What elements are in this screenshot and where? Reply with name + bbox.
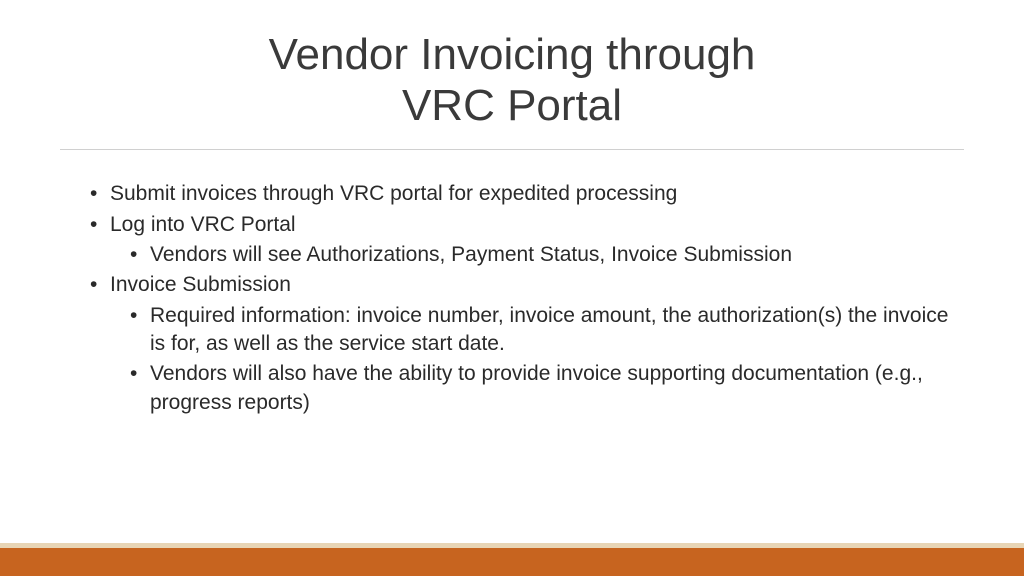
slide-content: Submit invoices through VRC portal for e… (60, 180, 964, 417)
list-item: Submit invoices through VRC portal for e… (90, 180, 954, 208)
list-item: Invoice Submission (90, 271, 954, 299)
title-divider (60, 149, 964, 150)
list-item: Log into VRC Portal (90, 211, 954, 239)
list-item: Vendors will see Authorizations, Payment… (130, 241, 954, 269)
slide-container: Vendor Invoicing through VRC Portal Subm… (0, 0, 1024, 576)
title-line-2: VRC Portal (402, 81, 622, 130)
list-item: Required information: invoice number, in… (130, 302, 954, 359)
bullet-list: Submit invoices through VRC portal for e… (90, 180, 954, 417)
list-item: Vendors will also have the ability to pr… (130, 360, 954, 417)
slide-title: Vendor Invoicing through VRC Portal (60, 30, 964, 131)
title-line-1: Vendor Invoicing through (269, 30, 756, 79)
footer-accent-bars (0, 543, 1024, 576)
footer-bar-orange (0, 548, 1024, 576)
